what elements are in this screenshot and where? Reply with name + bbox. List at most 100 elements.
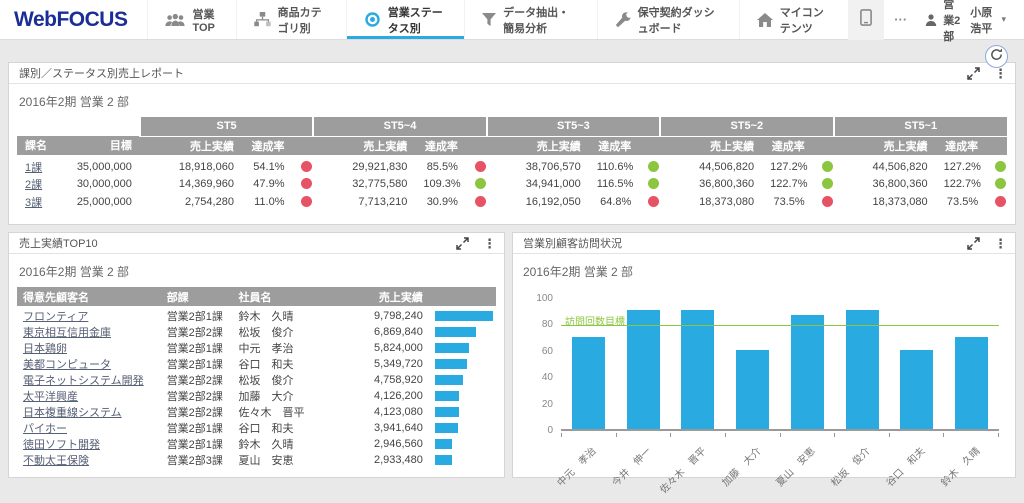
panel-header: 営業別顧客訪問状況 ⋮ [513,233,1015,254]
column-header [812,136,834,156]
sales-value: 9,798,240 [373,310,423,322]
status-green-dot [648,178,660,190]
target-value: 25,000,000 [76,195,132,208]
sales-value: 18,373,080 [872,195,928,208]
column-header: 目標 [64,136,140,156]
column-header: 課名 [17,136,65,156]
refresh-button[interactable] [985,45,1008,68]
bar-slot [780,315,835,429]
customer-link[interactable]: 不動太王保険 [23,455,89,467]
customer-link[interactable]: フロンティア [23,311,88,323]
rate-value: 122.7% [943,177,981,190]
table-row: 不動太王保険 営業2部3課 夏山 安恵 2,933,480 [17,452,496,468]
customer-link[interactable]: 東京相互信用金庫 [23,327,111,339]
table-row: 1課 35,000,000 18,918,060 54.1% 29,921,830 85.… [17,155,1007,175]
sales-value: 18,918,060 [178,160,234,173]
customer-link[interactable]: 徳田ソフト開発 [23,439,100,451]
mobile-device-button[interactable] [848,0,885,40]
status-sales-table: ST5 ST5~4 ST5~3 ST5~2 ST5~1 課名 目標 売上実績 達成率 売上実績 達成… [17,117,1007,211]
bar-cell [429,372,496,388]
sales-bar [434,455,452,465]
section-link[interactable]: 2課 [25,179,42,191]
sales-value: 4,126,200 [373,390,423,402]
expand-icon[interactable] [967,236,980,250]
status-cell [986,193,1007,211]
sales-value: 36,800,360 [872,177,928,190]
kebab-menu-icon[interactable]: ⋮ [483,237,496,250]
table-row: 美都コンピュータ 営業2部1課 谷口 和夫 5,349,720 [17,356,496,372]
nav-item-1[interactable]: 営業TOP [147,0,235,39]
sales-bar [434,359,467,369]
sales-value: 2,933,480 [373,454,423,466]
y-axis-tick-label: 40 [541,372,553,384]
visit-bar[interactable] [845,310,879,429]
nav-item-5[interactable]: 保守契約ダッシュボード [596,0,739,39]
visit-bar[interactable] [790,315,824,429]
customer-link[interactable]: 太平洋興産 [23,391,78,403]
home-icon [756,12,773,27]
sales-value: 32,775,580 [352,177,408,190]
nav-item-3[interactable]: 営業ステータス別 [345,0,465,39]
customer-link[interactable]: 美都コンピュータ [23,359,111,371]
status-green-dot [995,161,1007,173]
visit-bar[interactable] [955,336,989,429]
column-header: 売上実績 [660,136,763,156]
employee-value: 谷口 和夫 [238,423,294,435]
target-line-label: 訪問回数目標 [565,317,625,329]
nav-item-label: 営業TOP [192,8,215,34]
webfocus-logo: WebFOCUS [14,7,128,31]
group-header: ST5~4 [312,117,487,137]
expand-icon[interactable] [456,236,469,250]
visit-bar[interactable] [900,349,934,429]
group-header: ST5~2 [659,117,834,137]
rate-value: 116.5% [596,177,634,190]
visit-bar[interactable] [736,349,770,429]
nav-item-4[interactable]: データ抽出・簡易分析 [464,0,596,39]
section-link[interactable]: 3課 [25,197,42,209]
customer-link[interactable]: パイホー [23,423,67,435]
status-green-dot [821,161,833,173]
user-menu[interactable]: 営業2部 小原 浩平 ▾ [917,0,1014,44]
sales-value: 4,758,920 [373,374,423,386]
table-row: 日本複重線システム 営業2部2課 佐々木 晋平 4,123,080 [17,404,496,420]
filter-icon [482,12,497,27]
kebab-menu-icon[interactable]: ⋮ [994,237,1007,250]
sales-top10-panel: 売上実績TOP10 ⋮ 2016年2期 営業 2 部 得意先顧客名 部課 社員名 売上… [8,232,505,478]
visits-subtitle: 2016年2期 営業 2 部 [523,265,634,279]
sales-bar [434,407,459,417]
employee-value: 佐々木 晋平 [238,407,305,419]
status-red-dot [995,196,1007,208]
bar-slot [890,349,945,429]
nav-right: ··· 営業2部 小原 浩平 ▾ [848,0,1024,43]
nav-item-2[interactable]: 商品カテゴリ別 [235,0,346,39]
table-row: 太平洋興産 営業2部2課 加藤 大介 4,126,200 [17,388,496,404]
rate-value: 109.3% [423,177,461,190]
bar-cell [429,306,496,324]
status-sales-report-panel: 課別／ステータス別売上レポート ⋮ 2016年2期 営業 2 部 ST5 ST5~… [8,62,1016,225]
column-header: 売上実績 [486,136,589,156]
more-menu-button[interactable]: ··· [884,12,917,27]
visit-bar[interactable] [571,336,605,429]
panel-header: 売上実績TOP10 ⋮ [9,233,504,254]
customer-link[interactable]: 電子ネットシステム開発 [23,375,144,387]
x-axis-tick-label: 中元 孝治 [555,445,599,489]
customer-link[interactable]: 日本鶏卵 [23,343,67,355]
column-header: 売上実績 [833,136,936,156]
employee-value: 中元 孝治 [238,343,294,355]
status-red-dot [301,161,313,173]
sitemap-icon [253,12,271,27]
customer-link[interactable]: 日本複重線システム [23,407,122,419]
bar-slot [835,310,890,429]
expand-icon[interactable] [967,66,980,80]
kebab-menu-icon[interactable]: ⋮ [994,67,1007,80]
visit-bar[interactable] [681,310,715,429]
chevron-down-icon: ▾ [1001,14,1006,24]
column-header: 達成率 [935,136,987,156]
visit-bar[interactable] [626,310,660,429]
nav-item-6[interactable]: マイコンテンツ [738,0,848,39]
top10-subtitle: 2016年2期 営業 2 部 [19,265,130,279]
bar-cell [429,388,496,404]
column-header: 売上実績 [313,136,416,156]
bar-slot [725,349,780,429]
section-link[interactable]: 1課 [25,162,42,174]
